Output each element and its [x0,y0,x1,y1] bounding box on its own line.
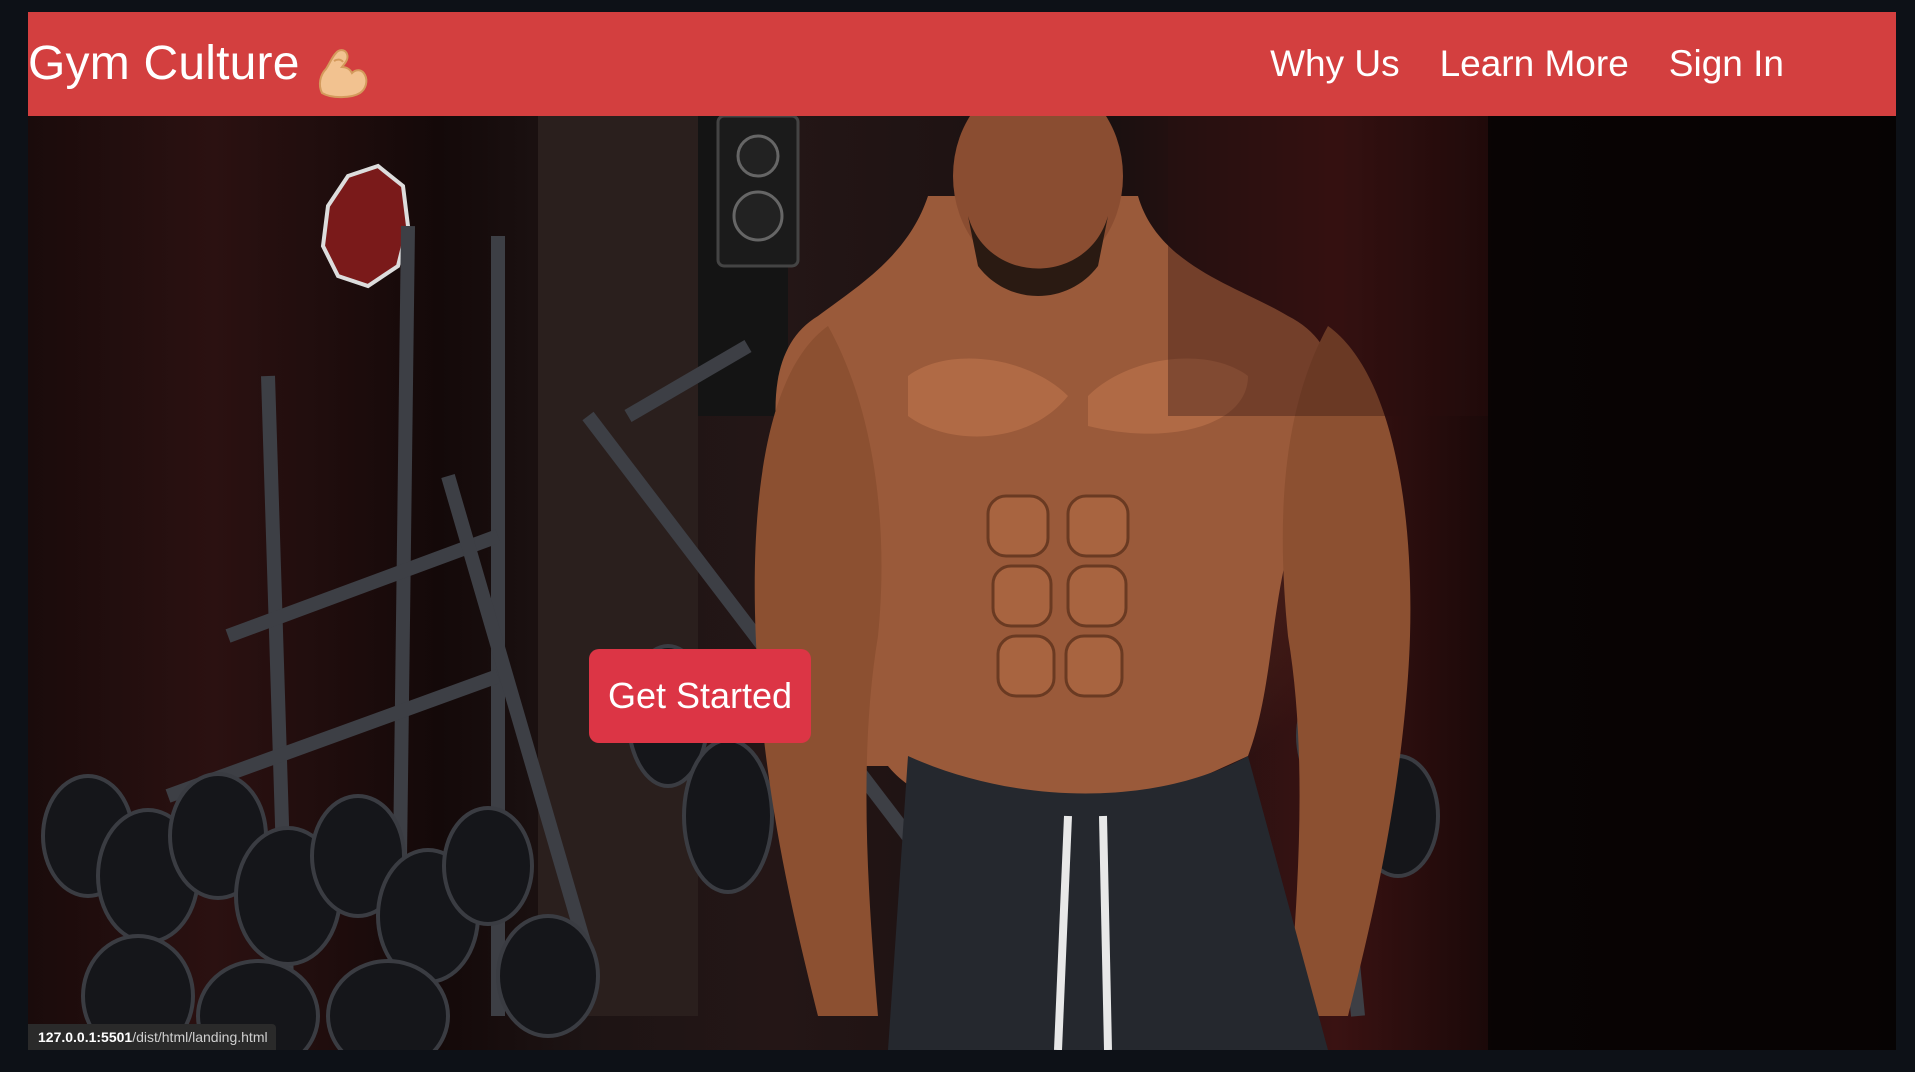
nav-links: Why Us Learn More Sign In [1270,12,1784,116]
brand-link[interactable]: Gym Culture [28,12,370,116]
navbar: Gym Culture Why Us Learn More Sign In [28,12,1896,116]
get-started-button[interactable]: Get Started [589,649,811,743]
browser-viewport: Gym Culture Why Us Learn More Sign In Ge… [28,12,1896,1050]
hero-background-image [41,116,1896,1050]
link-preview-status: 127.0.0.1:5501/dist/html/landing.html [28,1024,276,1050]
brand-title: Gym Culture [28,37,300,90]
nav-link-sign-in[interactable]: Sign In [1669,43,1784,85]
flexed-biceps-icon [312,34,370,99]
status-url-path: /dist/html/landing.html [132,1029,268,1045]
hero-section: Get Started [28,116,1896,1050]
status-url-host: 127.0.0.1:5501 [38,1029,133,1045]
nav-link-why-us[interactable]: Why Us [1270,43,1400,85]
nav-link-learn-more[interactable]: Learn More [1440,43,1629,85]
